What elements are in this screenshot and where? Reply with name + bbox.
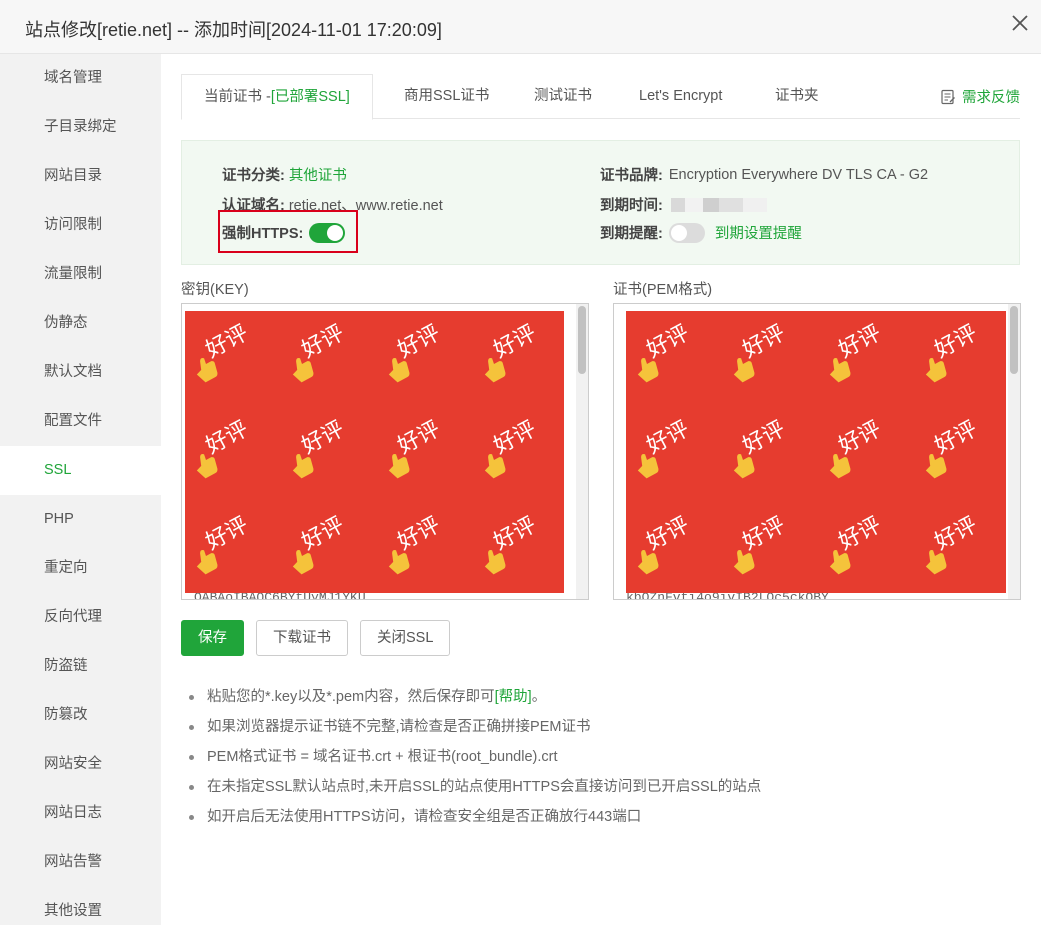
dialog-title: 站点修改[retie.net] -- 添加时间[2024-11-01 17:20… (25, 20, 442, 40)
cert-category-label: 证书分类: (222, 168, 285, 184)
tab-current-cert-status: [已部署SSL] (270, 89, 350, 105)
highlight-box (218, 210, 358, 253)
key-overlay-image: 好评 (185, 311, 564, 593)
tip-item: 如开启后无法使用HTTPS访问，请检查安全组是否正确放行443端口 (189, 802, 1009, 832)
sidebar-item-tamper[interactable]: 防篡改 (0, 691, 161, 740)
sidebar-item-traffic[interactable]: 流量限制 (0, 250, 161, 299)
sidebar-item-alerts[interactable]: 网站告警 (0, 838, 161, 887)
close-icon[interactable] (1009, 12, 1031, 34)
cert-category-row: 证书分类: 其他证书 (222, 164, 347, 185)
cert-brand-value: Encryption Everywhere DV TLS CA - G2 (668, 166, 929, 183)
sidebar-item-rewrite[interactable]: 伪静态 (0, 299, 161, 348)
expire-remind-row: 到期提醒: 到期设置提醒 (600, 222, 802, 243)
tab-current-cert-label: 当前证书 - (204, 89, 271, 105)
key-scrollbar[interactable] (576, 304, 588, 599)
sidebar-item-php[interactable]: PHP (0, 495, 161, 544)
sidebar-item-security[interactable]: 网站安全 (0, 740, 161, 789)
tips-list: 粘贴您的*.key以及*.pem内容，然后保存即可[帮助]。 如果浏览器提示证书… (189, 682, 1009, 832)
tip-item: 在未指定SSL默认站点时,未开启SSL的站点使用HTTPS会直接访问到已开启SS… (189, 772, 1009, 802)
key-textarea[interactable]: OABAoIBAQC6BYtUyMJ1YKU 好评 (181, 303, 589, 600)
cert-overlay-image: 好评 (626, 311, 1006, 593)
sidebar-item-other[interactable]: 其他设置 (0, 887, 161, 936)
cert-scrollbar[interactable] (1008, 304, 1020, 599)
cert-category-value: 其他证书 (288, 168, 347, 184)
sidebar-item-logs[interactable]: 网站日志 (0, 789, 161, 838)
praise-watermark-pattern: 好评 (626, 311, 1006, 593)
tip-text: 粘贴您的*.key以及*.pem内容，然后保存即可 (207, 689, 495, 705)
cert-brand-row: 证书品牌: Encryption Everywhere DV TLS CA - … (600, 164, 928, 185)
tab-test-cert[interactable]: 测试证书 (534, 74, 592, 119)
key-label: 密钥(KEY) (181, 282, 249, 298)
save-button[interactable]: 保存 (181, 620, 244, 656)
praise-watermark-pattern: 好评 (185, 311, 564, 593)
sidebar-item-config[interactable]: 配置文件 (0, 397, 161, 446)
cert-expire-value-redacted (670, 197, 767, 212)
toggle-knob (670, 224, 687, 241)
cert-label: 证书(PEM格式) (613, 282, 713, 298)
sidebar: 域名管理 子目录绑定 网站目录 访问限制 流量限制 伪静态 默认文档 配置文件 … (0, 54, 161, 925)
cert-expire-label: 到期时间: (600, 198, 663, 214)
cert-expire-row: 到期时间: (600, 194, 767, 215)
tab-lets-encrypt[interactable]: Let's Encrypt (639, 74, 722, 119)
tab-commercial-ssl[interactable]: 商用SSL证书 (404, 74, 489, 119)
feedback-icon (941, 89, 955, 104)
expire-remind-toggle[interactable] (668, 222, 705, 243)
sidebar-item-redirect[interactable]: 重定向 (0, 544, 161, 593)
tip-item: PEM格式证书 = 域名证书.crt + 根证书(root_bundle).cr… (189, 742, 1009, 772)
download-cert-button[interactable]: 下载证书 (256, 620, 348, 656)
scroll-thumb[interactable] (578, 306, 586, 374)
sidebar-item-ssl[interactable]: SSL (0, 446, 161, 495)
feedback-link[interactable]: 需求反馈 (940, 86, 1020, 107)
expire-remind-link[interactable]: 到期设置提醒 (715, 222, 802, 243)
sidebar-item-default-doc[interactable]: 默认文档 (0, 348, 161, 397)
dialog-titlebar: 站点修改[retie.net] -- 添加时间[2024-11-01 17:20… (0, 0, 1041, 54)
scroll-thumb[interactable] (1010, 306, 1018, 374)
expire-remind-label: 到期提醒: (600, 226, 663, 242)
sidebar-item-site-dir[interactable]: 网站目录 (0, 152, 161, 201)
main-panel: 当前证书 -[已部署SSL] 商用SSL证书 测试证书 Let's Encryp… (161, 54, 1041, 925)
tab-cert-folder[interactable]: 证书夹 (775, 74, 819, 119)
sidebar-item-domain[interactable]: 域名管理 (0, 54, 161, 103)
tip-item: 粘贴您的*.key以及*.pem内容，然后保存即可[帮助]。 (189, 682, 1009, 712)
cert-info-panel: 证书分类: 其他证书 认证域名: retie.net、www.retie.net… (181, 140, 1020, 265)
sidebar-item-access[interactable]: 访问限制 (0, 201, 161, 250)
cert-brand-label: 证书品牌: (600, 168, 663, 184)
sidebar-item-proxy[interactable]: 反向代理 (0, 593, 161, 642)
sidebar-item-subdir[interactable]: 子目录绑定 (0, 103, 161, 152)
help-link[interactable]: [帮助] (495, 689, 532, 705)
cert-textarea[interactable]: kbOZnFvti4o9ivIB2LOc5ckOBY 好评 (613, 303, 1021, 600)
tip-item: 如果浏览器提示证书链不完整,请检查是否正确拼接PEM证书 (189, 712, 1009, 742)
ssl-tabs: 当前证书 -[已部署SSL] 商用SSL证书 测试证书 Let's Encryp… (181, 74, 1020, 120)
feedback-label: 需求反馈 (962, 90, 1020, 106)
tip-text: 。 (531, 689, 547, 705)
sidebar-item-hotlink[interactable]: 防盗链 (0, 642, 161, 691)
close-ssl-button[interactable]: 关闭SSL (360, 620, 451, 656)
tab-current-cert[interactable]: 当前证书 -[已部署SSL] (181, 74, 373, 120)
